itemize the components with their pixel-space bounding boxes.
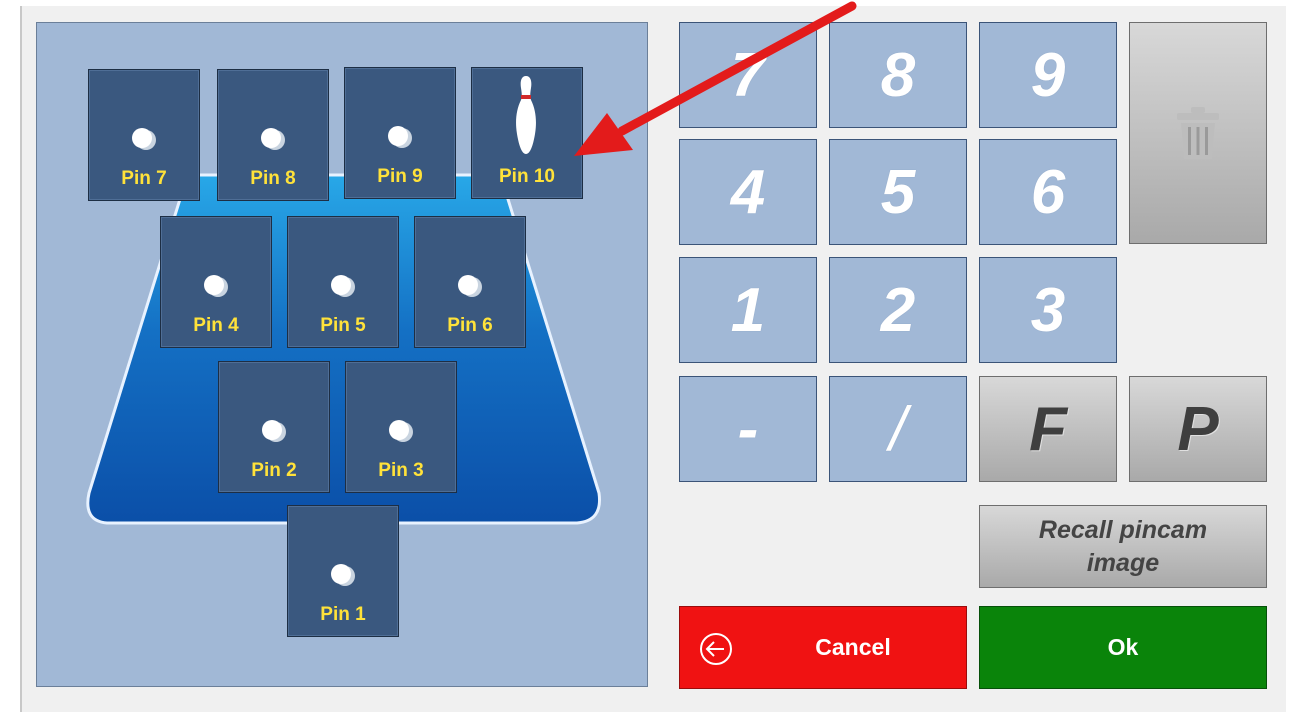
key-6-button[interactable]: 6 <box>979 139 1117 245</box>
foul-button[interactable]: F <box>979 376 1117 482</box>
pin-5-label: Pin 5 <box>320 315 366 336</box>
pin-9-label: Pin 9 <box>377 166 423 187</box>
pin-6-button[interactable]: Pin 6 <box>414 216 526 348</box>
key-1-label: 1 <box>730 275 766 345</box>
pin-8-label: Pin 8 <box>250 168 296 189</box>
recall-label-line1: Recall pincam <box>1038 515 1208 544</box>
key-6-label: 6 <box>1030 157 1066 227</box>
pin-8-button[interactable]: Pin 8 <box>217 69 329 201</box>
bowling-pin-icon <box>516 76 536 154</box>
key-2-label: 2 <box>880 275 916 345</box>
pin-2-label: Pin 2 <box>251 460 297 481</box>
pin-9-button[interactable]: Pin 9 <box>344 67 456 199</box>
pin-5-button[interactable]: Pin 5 <box>287 216 399 348</box>
ball-icon <box>331 564 355 586</box>
dash-label: - <box>737 394 759 464</box>
delete-button[interactable] <box>1129 22 1267 244</box>
ball-icon <box>388 126 412 148</box>
key-8-label: 8 <box>880 40 916 110</box>
recall-pincam-button[interactable]: Recall pincam image <box>979 505 1267 588</box>
key-7-button[interactable]: 7 <box>679 22 817 128</box>
key-1-button[interactable]: 1 <box>679 257 817 363</box>
p-button[interactable]: P <box>1129 376 1267 482</box>
pin-deck-panel: Pin 7 Pin 8 Pin 9 Pin 10 Pin 4 Pin 5 Pin… <box>36 22 648 687</box>
key-3-button[interactable]: 3 <box>979 257 1117 363</box>
key-5-label: 5 <box>880 157 916 227</box>
pin-2-button[interactable]: Pin 2 <box>218 361 330 493</box>
pin-1-label: Pin 1 <box>320 604 366 625</box>
dash-button[interactable]: - <box>679 376 817 482</box>
key-7-label: 7 <box>730 40 766 110</box>
pin-10-button[interactable]: Pin 10 <box>471 67 583 199</box>
pin-7-button[interactable]: Pin 7 <box>88 69 200 201</box>
pin-4-button[interactable]: Pin 4 <box>160 216 272 348</box>
pin-1-button[interactable]: Pin 1 <box>287 505 399 637</box>
key-4-label: 4 <box>730 157 766 227</box>
pin-7-label: Pin 7 <box>121 168 167 189</box>
cancel-label: Cancel <box>815 634 891 660</box>
key-3-label: 3 <box>1030 275 1066 345</box>
key-5-button[interactable]: 5 <box>829 139 967 245</box>
ok-button[interactable]: Ok <box>979 606 1267 689</box>
pin-3-button[interactable]: Pin 3 <box>345 361 457 493</box>
ok-label: Ok <box>1107 634 1139 660</box>
trash-icon <box>1177 107 1219 159</box>
key-9-button[interactable]: 9 <box>979 22 1117 128</box>
pin-6-label: Pin 6 <box>447 315 493 336</box>
pin-3-label: Pin 3 <box>378 460 424 481</box>
cancel-button[interactable]: Cancel <box>679 606 967 689</box>
ball-icon <box>458 275 482 297</box>
ball-icon <box>204 275 228 297</box>
key-8-button[interactable]: 8 <box>829 22 967 128</box>
ball-icon <box>389 420 413 442</box>
ball-icon <box>331 275 355 297</box>
key-4-button[interactable]: 4 <box>679 139 817 245</box>
key-2-button[interactable]: 2 <box>829 257 967 363</box>
pin-4-label: Pin 4 <box>193 315 239 336</box>
foul-label: F <box>1029 394 1067 464</box>
ball-icon <box>132 128 156 150</box>
p-label: P <box>1177 394 1219 464</box>
spare-label: / <box>889 394 907 464</box>
pin-10-label: Pin 10 <box>499 166 555 187</box>
key-9-label: 9 <box>1030 40 1066 110</box>
spare-button[interactable]: / <box>829 376 967 482</box>
recall-label-line2: image <box>1086 548 1160 577</box>
ball-icon <box>262 420 286 442</box>
ball-icon <box>261 128 285 150</box>
